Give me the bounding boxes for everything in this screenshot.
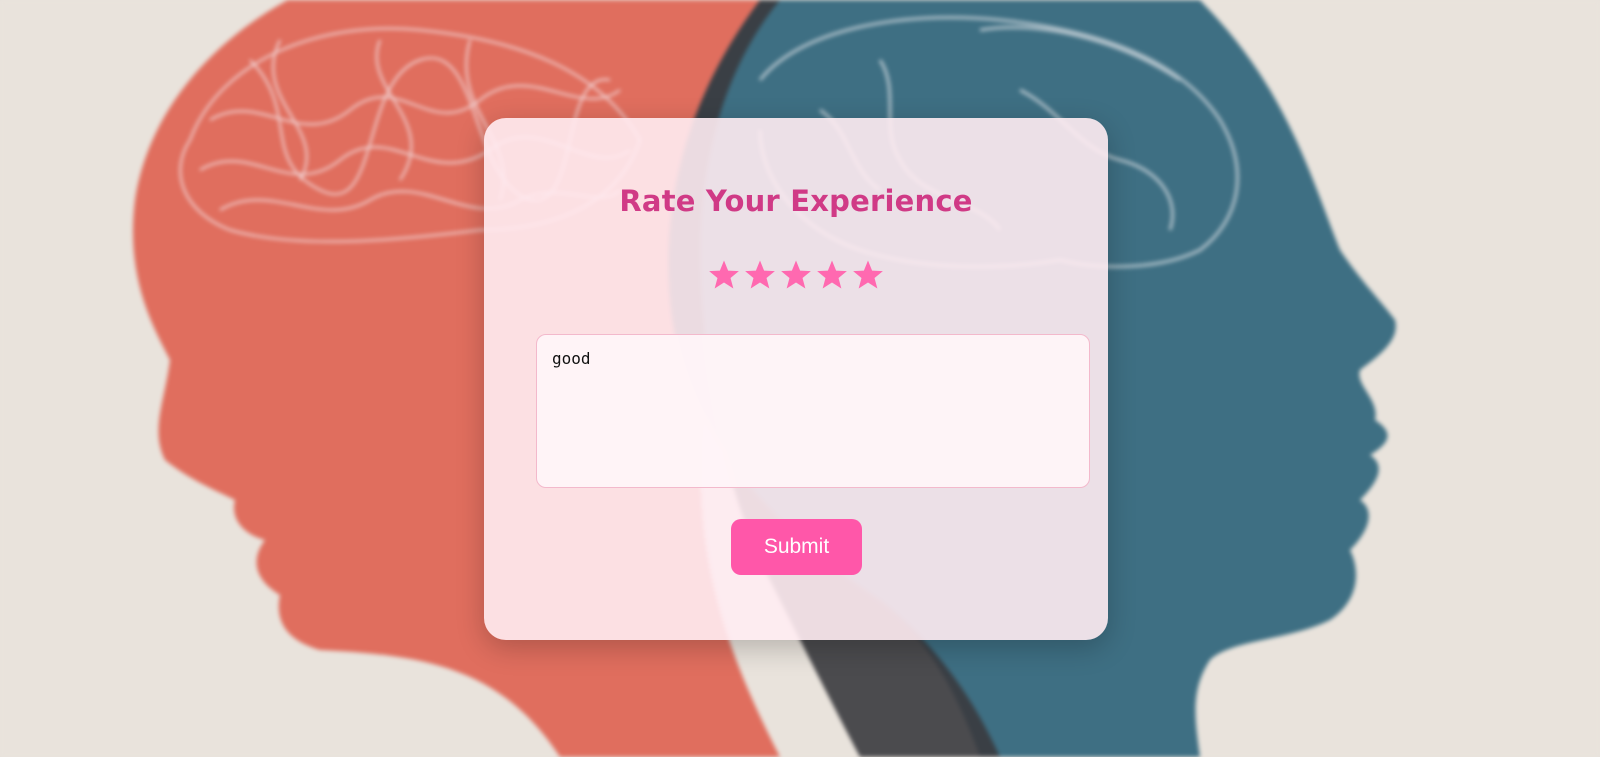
star-icon[interactable] — [815, 258, 849, 292]
feedback-textarea[interactable]: good — [536, 334, 1090, 488]
star-rating[interactable] — [484, 258, 1108, 292]
star-icon[interactable] — [779, 258, 813, 292]
star-icon[interactable] — [743, 258, 777, 292]
submit-button[interactable]: Submit — [731, 519, 862, 575]
rating-card: Rate Your Experience good Submit — [484, 118, 1108, 640]
star-icon[interactable] — [707, 258, 741, 292]
page-title: Rate Your Experience — [619, 184, 973, 218]
star-icon[interactable] — [851, 258, 885, 292]
